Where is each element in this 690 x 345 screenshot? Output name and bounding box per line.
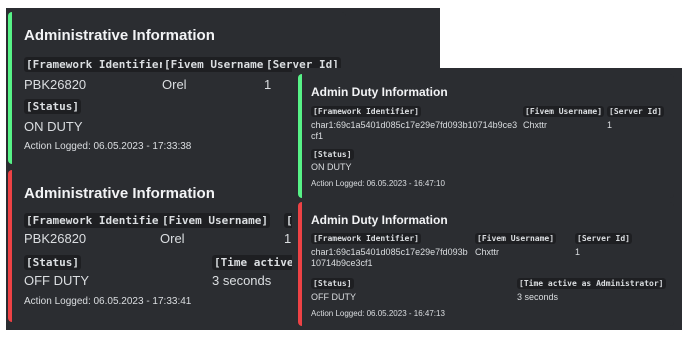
field-value-status: OFF DUTY (24, 273, 89, 288)
field-label-fivem-username: [Fivem Username] (523, 106, 605, 117)
embed-admin-off-duty: Admin Duty Information [Framework Identi… (298, 202, 674, 326)
embed-footer-timestamp: Action Logged: 06.05.2023 - 16:47:10 (311, 179, 445, 188)
field-label-server-id: [Server Id] (575, 233, 632, 244)
embed-off-duty: Administrative Information [Framework Id… (8, 170, 300, 322)
field-value-time-active: 3 seconds (517, 292, 559, 302)
embed-accent-bar (8, 12, 12, 164)
field-label-status: [Status] (24, 255, 81, 270)
field-value-framework-identifier: PBK26820 (24, 77, 87, 92)
field-value-status: ON DUTY (24, 119, 83, 134)
field-label-framework-identifier: [Framework Identifier] (24, 213, 174, 228)
field-label-status: [Status] (311, 278, 354, 289)
field-label-fivem-username: [Fivem Username] (475, 233, 557, 244)
field-label-server-id: [Server Id] (607, 106, 664, 117)
field-label-framework-identifier: [Framework Identifier] (311, 106, 421, 117)
field-value-server-id: 1 (575, 247, 581, 257)
embed-footer-timestamp: Action Logged: 06.05.2023 - 17:33:41 (24, 296, 192, 307)
field-value-framework-identifier: char1:69c1a5401d085c17e29e7fd093b10714b9… (311, 247, 468, 268)
field-value-fivem-username: Chxttr (475, 247, 500, 257)
field-label-status: [Status] (24, 99, 81, 114)
field-value-status: ON DUTY (311, 162, 352, 172)
field-value-time-active: 3 seconds (212, 273, 272, 288)
field-label-fivem-username: [Fivem Username] (162, 57, 272, 72)
field-value-server-id: 1 (607, 120, 613, 130)
embed-title: Admin Duty Information (311, 85, 448, 99)
field-value-fivem-username: Orel (160, 231, 185, 246)
field-label-time-active: [Time active a (212, 255, 300, 270)
field-label-fivem-username: [Fivem Username] (160, 213, 270, 228)
field-value-status: OFF DUTY (311, 292, 356, 302)
embed-accent-bar (298, 74, 302, 198)
field-label-framework-identifier: [Framework Identifier] (311, 233, 421, 244)
embed-footer-timestamp: Action Logged: 06.05.2023 - 16:47:13 (311, 309, 445, 318)
small-embeds-panel: Admin Duty Information [Framework Identi… (292, 68, 682, 330)
embed-footer-timestamp: Action Logged: 06.05.2023 - 17:33:38 (24, 141, 192, 152)
field-value-fivem-username: Orel (162, 77, 187, 92)
field-value-framework-identifier: PBK26820 (24, 231, 87, 246)
embed-admin-on-duty: Admin Duty Information [Framework Identi… (298, 74, 674, 198)
field-label-framework-identifier: [Framework Identifier] (24, 57, 174, 72)
field-value-server-id: 1 (264, 77, 272, 92)
embed-title: Admin Duty Information (311, 213, 448, 227)
field-value-fivem-username: Chxttr (523, 120, 548, 130)
embed-title: Administrative Information (24, 27, 215, 44)
embed-accent-bar (298, 202, 302, 326)
embed-title: Administrative Information (24, 185, 215, 202)
embed-accent-bar (8, 170, 12, 322)
field-value-server-id: 1 (284, 231, 292, 246)
field-label-status: [Status] (311, 149, 354, 160)
field-label-time-active: [Time active as Administrator] (517, 278, 666, 289)
field-value-framework-identifier: char1:69c1a5401d085c17e29e7fd093b10714b9… (311, 120, 518, 141)
